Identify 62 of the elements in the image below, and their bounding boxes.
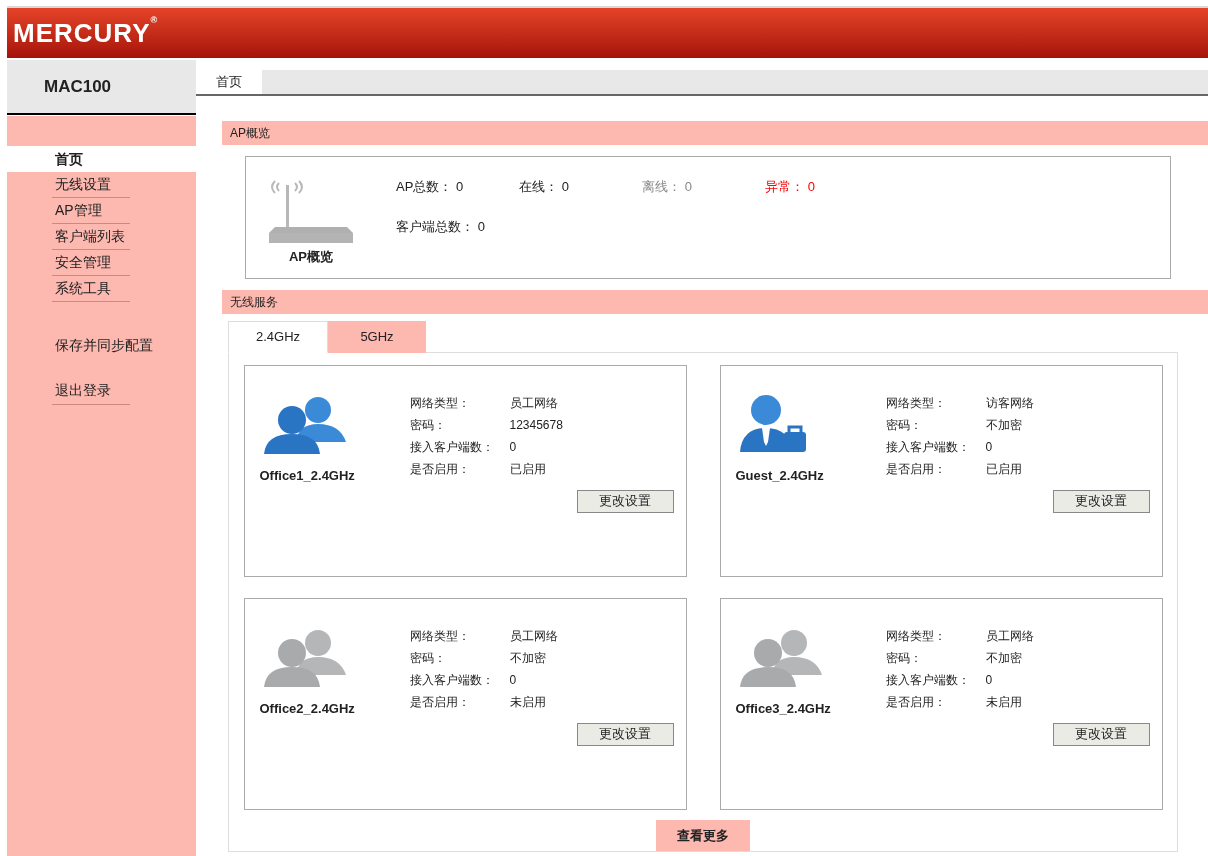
sidebar-item[interactable]: 无线设置: [7, 172, 196, 198]
field-label: 是否启用：: [409, 461, 471, 478]
sidebar-item[interactable]: 安全管理: [7, 250, 196, 276]
field-value: 员工网络: [985, 628, 1034, 645]
band-tab[interactable]: 5GHz: [328, 321, 426, 353]
field-value: 员工网络: [509, 628, 558, 645]
field-value: 12345678: [509, 417, 563, 434]
field-label: 网络类型：: [885, 628, 947, 645]
field-label: 网络类型：: [409, 628, 471, 645]
sidebar-item[interactable]: 首页: [7, 146, 196, 172]
field-label: 密码：: [409, 417, 447, 434]
sidebar-action[interactable]: 保存并同步配置: [52, 335, 153, 356]
field-label: 密码：: [885, 417, 923, 434]
field-label: 接入客户端数：: [409, 672, 495, 689]
field-value: 未启用: [509, 694, 546, 711]
change-settings-button[interactable]: 更改设置: [576, 489, 674, 513]
field-value: 已启用: [985, 461, 1022, 478]
brand-logo: MERCURY®: [13, 13, 159, 50]
section-header: 无线服务: [222, 290, 1208, 314]
change-settings-button[interactable]: 更改设置: [1052, 489, 1150, 513]
field-label: 密码：: [885, 650, 923, 667]
network-name: Guest_2.4GHz: [735, 467, 825, 485]
sidebar-item[interactable]: 客户端列表: [7, 224, 196, 250]
sidebar-action[interactable]: 退出登录: [52, 380, 130, 405]
field-value: 0: [985, 672, 993, 689]
section-header: AP概览: [222, 121, 1208, 145]
ap-stat: 离线： 0: [642, 178, 693, 196]
change-settings-button[interactable]: 更改设置: [576, 722, 674, 746]
field-value: 不加密: [985, 650, 1022, 667]
page-tab[interactable]: 首页: [196, 70, 262, 94]
device-name: MAC100: [44, 75, 112, 98]
network-name: Office1_2.4GHz: [259, 467, 356, 485]
field-value: 0: [509, 439, 517, 456]
change-settings-button[interactable]: 更改设置: [1052, 722, 1150, 746]
field-label: 接入客户端数：: [885, 672, 971, 689]
ap-icon-label: AP概览: [288, 248, 334, 266]
ap-stat: 在线： 0: [519, 178, 570, 196]
field-label: 接入客户端数：: [409, 439, 495, 456]
network-name: Office3_2.4GHz: [735, 700, 832, 718]
ap-stat: 异常： 0: [765, 178, 816, 196]
client-total: 客户端总数： 0: [396, 217, 486, 236]
field-label: 是否启用：: [885, 461, 947, 478]
field-label: 密码：: [409, 650, 447, 667]
field-value: 未启用: [985, 694, 1022, 711]
field-value: 0: [509, 672, 517, 689]
network-name: Office2_2.4GHz: [259, 700, 356, 718]
sidebar-item[interactable]: AP管理: [7, 198, 196, 224]
field-value: 0: [985, 439, 993, 456]
field-value: 不加密: [509, 650, 546, 667]
field-label: 是否启用：: [409, 694, 471, 711]
view-more-button[interactable]: 查看更多: [656, 820, 750, 851]
field-value: 不加密: [985, 417, 1022, 434]
field-value: 已启用: [509, 461, 546, 478]
field-value: 员工网络: [509, 395, 558, 412]
band-tab[interactable]: 2.4GHz: [228, 321, 328, 353]
field-label: 接入客户端数：: [885, 439, 971, 456]
ap-stat: AP总数： 0: [396, 178, 465, 196]
field-label: 网络类型：: [885, 395, 947, 412]
field-label: 网络类型：: [409, 395, 471, 412]
sidebar-item[interactable]: 系统工具: [7, 276, 196, 302]
field-label: 是否启用：: [885, 694, 947, 711]
field-value: 访客网络: [985, 395, 1034, 412]
